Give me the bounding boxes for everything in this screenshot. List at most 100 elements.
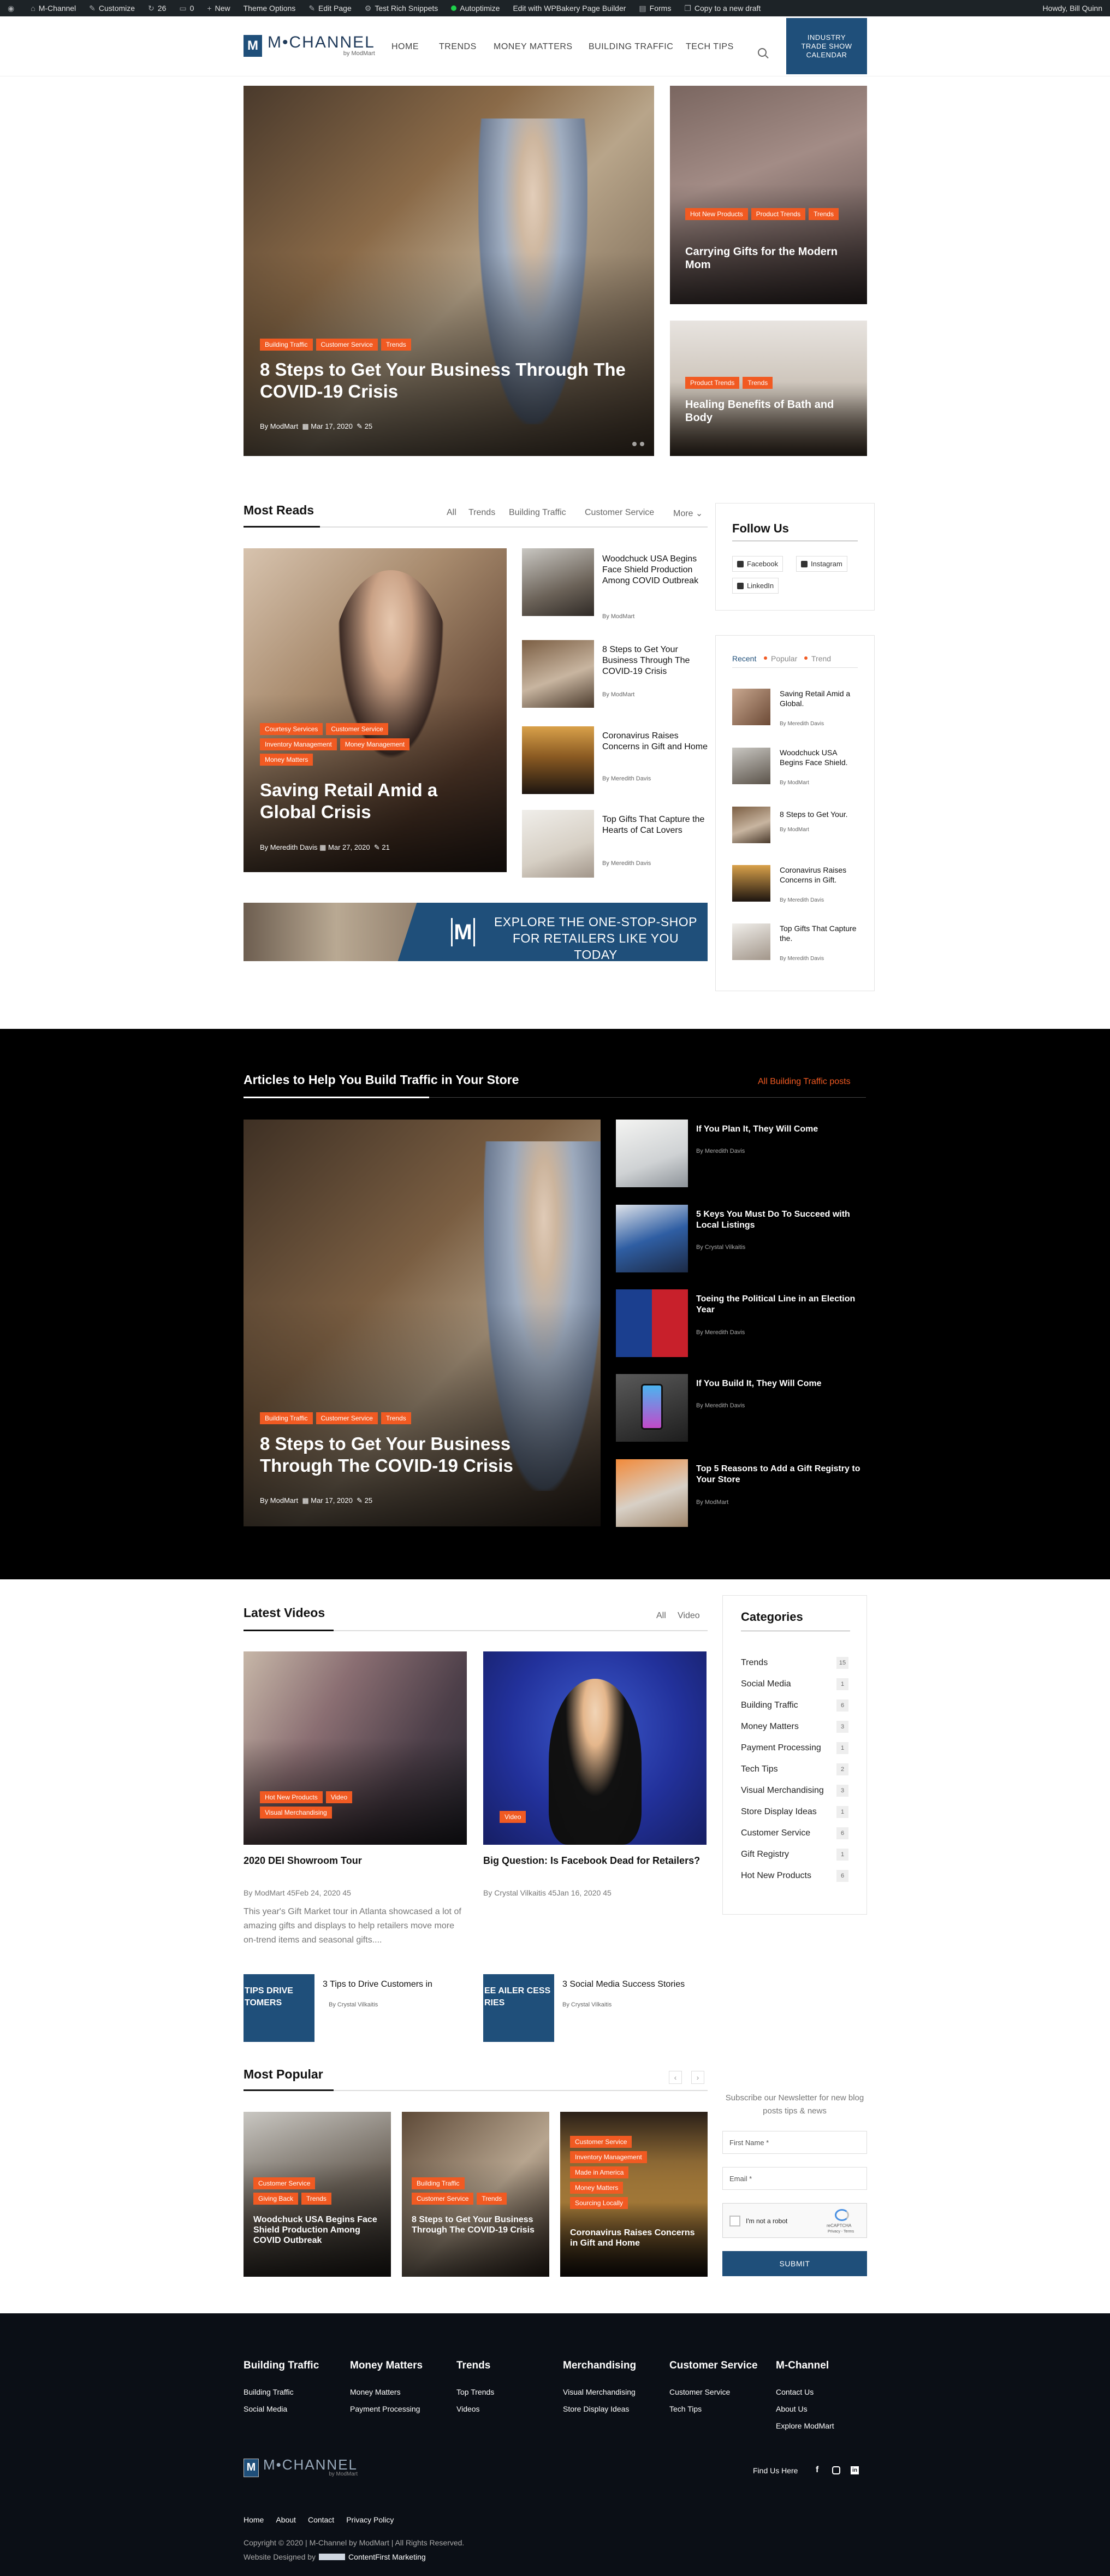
category-link[interactable]: Payment Processing [741, 1743, 821, 1753]
all-building-traffic-link[interactable]: All Building Traffic posts [758, 1077, 851, 1087]
tag[interactable]: Video [500, 1811, 526, 1823]
list-item-title[interactable]: 8 Steps to Get Your Business Through The… [602, 644, 709, 677]
category-link[interactable]: Visual Merchandising [741, 1786, 824, 1796]
search-icon[interactable] [758, 48, 767, 57]
tag[interactable]: Customer Service [316, 339, 378, 351]
recent-author[interactable]: By ModMart [780, 827, 809, 833]
footer-link[interactable]: Contact Us [776, 2388, 814, 2396]
linkedin-button[interactable]: LinkedIn [732, 578, 779, 594]
recaptcha-checkbox[interactable] [729, 2216, 740, 2226]
tag[interactable]: Sourcing Locally [570, 2197, 628, 2209]
video-filter-all[interactable]: All [656, 1611, 666, 1621]
slider-dot[interactable] [632, 442, 637, 446]
facebook-icon[interactable]: f [816, 2465, 818, 2475]
popular-card-3[interactable]: Customer Service Inventory Management Made… [560, 2112, 708, 2277]
first-name-field[interactable]: First Name * [722, 2131, 867, 2154]
submit-button[interactable]: SUBMIT [722, 2251, 867, 2276]
recent-title[interactable]: Coronavirus Raises Concerns in Gift. [780, 865, 862, 885]
footer-link[interactable]: Money Matters [350, 2388, 401, 2396]
footer-link[interactable]: Payment Processing [350, 2405, 420, 2413]
recaptcha-links[interactable]: Privacy - Terms [828, 2230, 854, 2234]
footer-link-home[interactable]: Home [244, 2515, 264, 2524]
nav-money-matters[interactable]: MONEY MATTERS [494, 42, 573, 52]
admin-edit-page[interactable]: ✎ Edit Page [308, 4, 351, 13]
nav-building-traffic[interactable]: BUILDING TRAFFIC [589, 42, 673, 52]
category-link[interactable]: Tech Tips [741, 1764, 778, 1774]
category-link[interactable]: Social Media [741, 1679, 791, 1689]
traffic-thumb[interactable] [616, 1459, 688, 1527]
recent-author[interactable]: By ModMart [780, 780, 809, 786]
most-reads-feature-card[interactable]: Courtesy Services Customer Service Invento… [244, 548, 507, 872]
modmart-banner[interactable]: M EXPLORE THE ONE-STOP-SHOP FOR RETAILER… [244, 903, 708, 961]
recent-author[interactable]: By Meredith Davis [780, 721, 824, 727]
traffic-feature-card[interactable]: Building Traffic Customer Service Trends 8… [244, 1120, 601, 1526]
filter-more[interactable]: More ⌄ [673, 508, 703, 519]
small-video-thumb[interactable]: TIPS DRIVE TOMERS [244, 1974, 314, 2042]
recent-thumb[interactable] [732, 923, 770, 960]
traffic-list-title[interactable]: 5 Keys You Must Do To Succeed with Local… [696, 1209, 865, 1231]
instagram-icon[interactable] [832, 2466, 840, 2474]
tag[interactable]: Video [325, 1791, 353, 1803]
tag[interactable]: Trends [809, 208, 839, 220]
filter-trends[interactable]: Trends [468, 508, 495, 518]
category-link[interactable]: Store Display Ideas [741, 1807, 817, 1817]
traffic-list-title[interactable]: If You Plan It, They Will Come [696, 1124, 865, 1135]
recent-title[interactable]: Top Gifts That Capture the. [780, 923, 862, 943]
footer-link[interactable]: Videos [456, 2405, 480, 2413]
filter-building-traffic[interactable]: Building Traffic [509, 508, 566, 518]
traffic-list-author[interactable]: By Meredith Davis [696, 1402, 745, 1409]
footer-link-about[interactable]: About [276, 2515, 296, 2524]
tag[interactable]: Money Management [340, 738, 410, 750]
small-video-thumb[interactable]: EE AILER CESS RIES [483, 1974, 554, 2042]
tag[interactable]: Trends [381, 1412, 411, 1424]
popular-card-title[interactable]: Woodchuck USA Begins Face Shield Product… [253, 2214, 384, 2246]
admin-wpbakery[interactable]: Edit with WPBakery Page Builder [513, 4, 626, 13]
tag[interactable]: Product Trends [685, 377, 740, 389]
video1-title[interactable]: 2020 DEI Showroom Tour [244, 1854, 467, 1867]
video2-title[interactable]: Big Question: Is Facebook Dead for Retai… [483, 1854, 707, 1867]
admin-updates-link[interactable]: ↻ 26 [148, 4, 166, 13]
video-card-1[interactable]: Hot New Products Video Visual Merchandisin… [244, 1651, 467, 1845]
traffic-list-author[interactable]: By Meredith Davis [696, 1148, 745, 1154]
recent-title[interactable]: Saving Retail Amid a Global. [780, 689, 862, 708]
designer-link[interactable]: ContentFirst Marketing [348, 2553, 426, 2561]
traffic-feature-title[interactable]: 8 Steps to Get Your Business Through The… [260, 1433, 566, 1476]
list-item-title[interactable]: Woodchuck USA Begins Face Shield Product… [602, 554, 709, 587]
popular-card-title[interactable]: Coronavirus Raises Concerns in Gift and … [570, 2228, 701, 2248]
footer-link[interactable]: Store Display Ideas [563, 2405, 629, 2413]
tag[interactable]: Customer Service [253, 2177, 316, 2189]
category-link[interactable]: Hot New Products [741, 1871, 811, 1881]
tag[interactable]: Giving Back [253, 2193, 299, 2205]
hero-main-title[interactable]: 8 Steps to Get Your Business Through The… [260, 359, 642, 402]
list-thumb[interactable] [522, 640, 594, 708]
category-link[interactable]: Trends [741, 1658, 768, 1668]
admin-test-snippets[interactable]: ⚙ Test Rich Snippets [365, 4, 438, 13]
admin-autoptimize[interactable]: Autoptimize [451, 4, 500, 13]
tag[interactable]: Inventory Management [570, 2151, 647, 2163]
popular-card-2[interactable]: Building Traffic Customer Service Trends 8… [402, 2112, 549, 2277]
list-thumb[interactable] [522, 726, 594, 794]
recent-title[interactable]: Woodchuck USA Begins Face Shield. [780, 748, 862, 767]
list-item-title[interactable]: Coronavirus Raises Concerns in Gift and … [602, 731, 709, 753]
tag[interactable]: Building Traffic [412, 2177, 465, 2189]
tag[interactable]: Hot New Products [260, 1791, 323, 1803]
tag[interactable]: Trends [301, 2193, 331, 2205]
traffic-list-author[interactable]: By Crystal Vilkaitis [696, 1244, 745, 1251]
traffic-thumb[interactable] [616, 1289, 688, 1357]
tag[interactable]: Building Traffic [260, 339, 313, 351]
hero-side2-title[interactable]: Healing Benefits of Bath and Body [685, 398, 854, 424]
footer-link[interactable]: Explore ModMart [776, 2421, 834, 2430]
tag[interactable]: Customer Service [412, 2193, 474, 2205]
footer-link[interactable]: Visual Merchandising [563, 2388, 636, 2396]
video-filter-video[interactable]: Video [678, 1611, 700, 1621]
traffic-list-title[interactable]: Toeing the Political Line in an Election… [696, 1294, 865, 1316]
admin-site-link[interactable]: ⌂ M-Channel [31, 4, 76, 13]
filter-all[interactable]: All [447, 508, 456, 518]
footer-link[interactable]: Top Trends [456, 2388, 494, 2396]
traffic-list-author[interactable]: By ModMart [696, 1499, 728, 1506]
tag[interactable]: Customer Service [326, 723, 388, 735]
small-video-author[interactable]: By Crystal Vilkaitis [562, 2001, 612, 2008]
hero-side1-title[interactable]: Carrying Gifts for the Modern Mom [685, 245, 854, 271]
nav-trends[interactable]: TRENDS [439, 42, 477, 52]
filter-customer-service[interactable]: Customer Service [585, 508, 654, 518]
